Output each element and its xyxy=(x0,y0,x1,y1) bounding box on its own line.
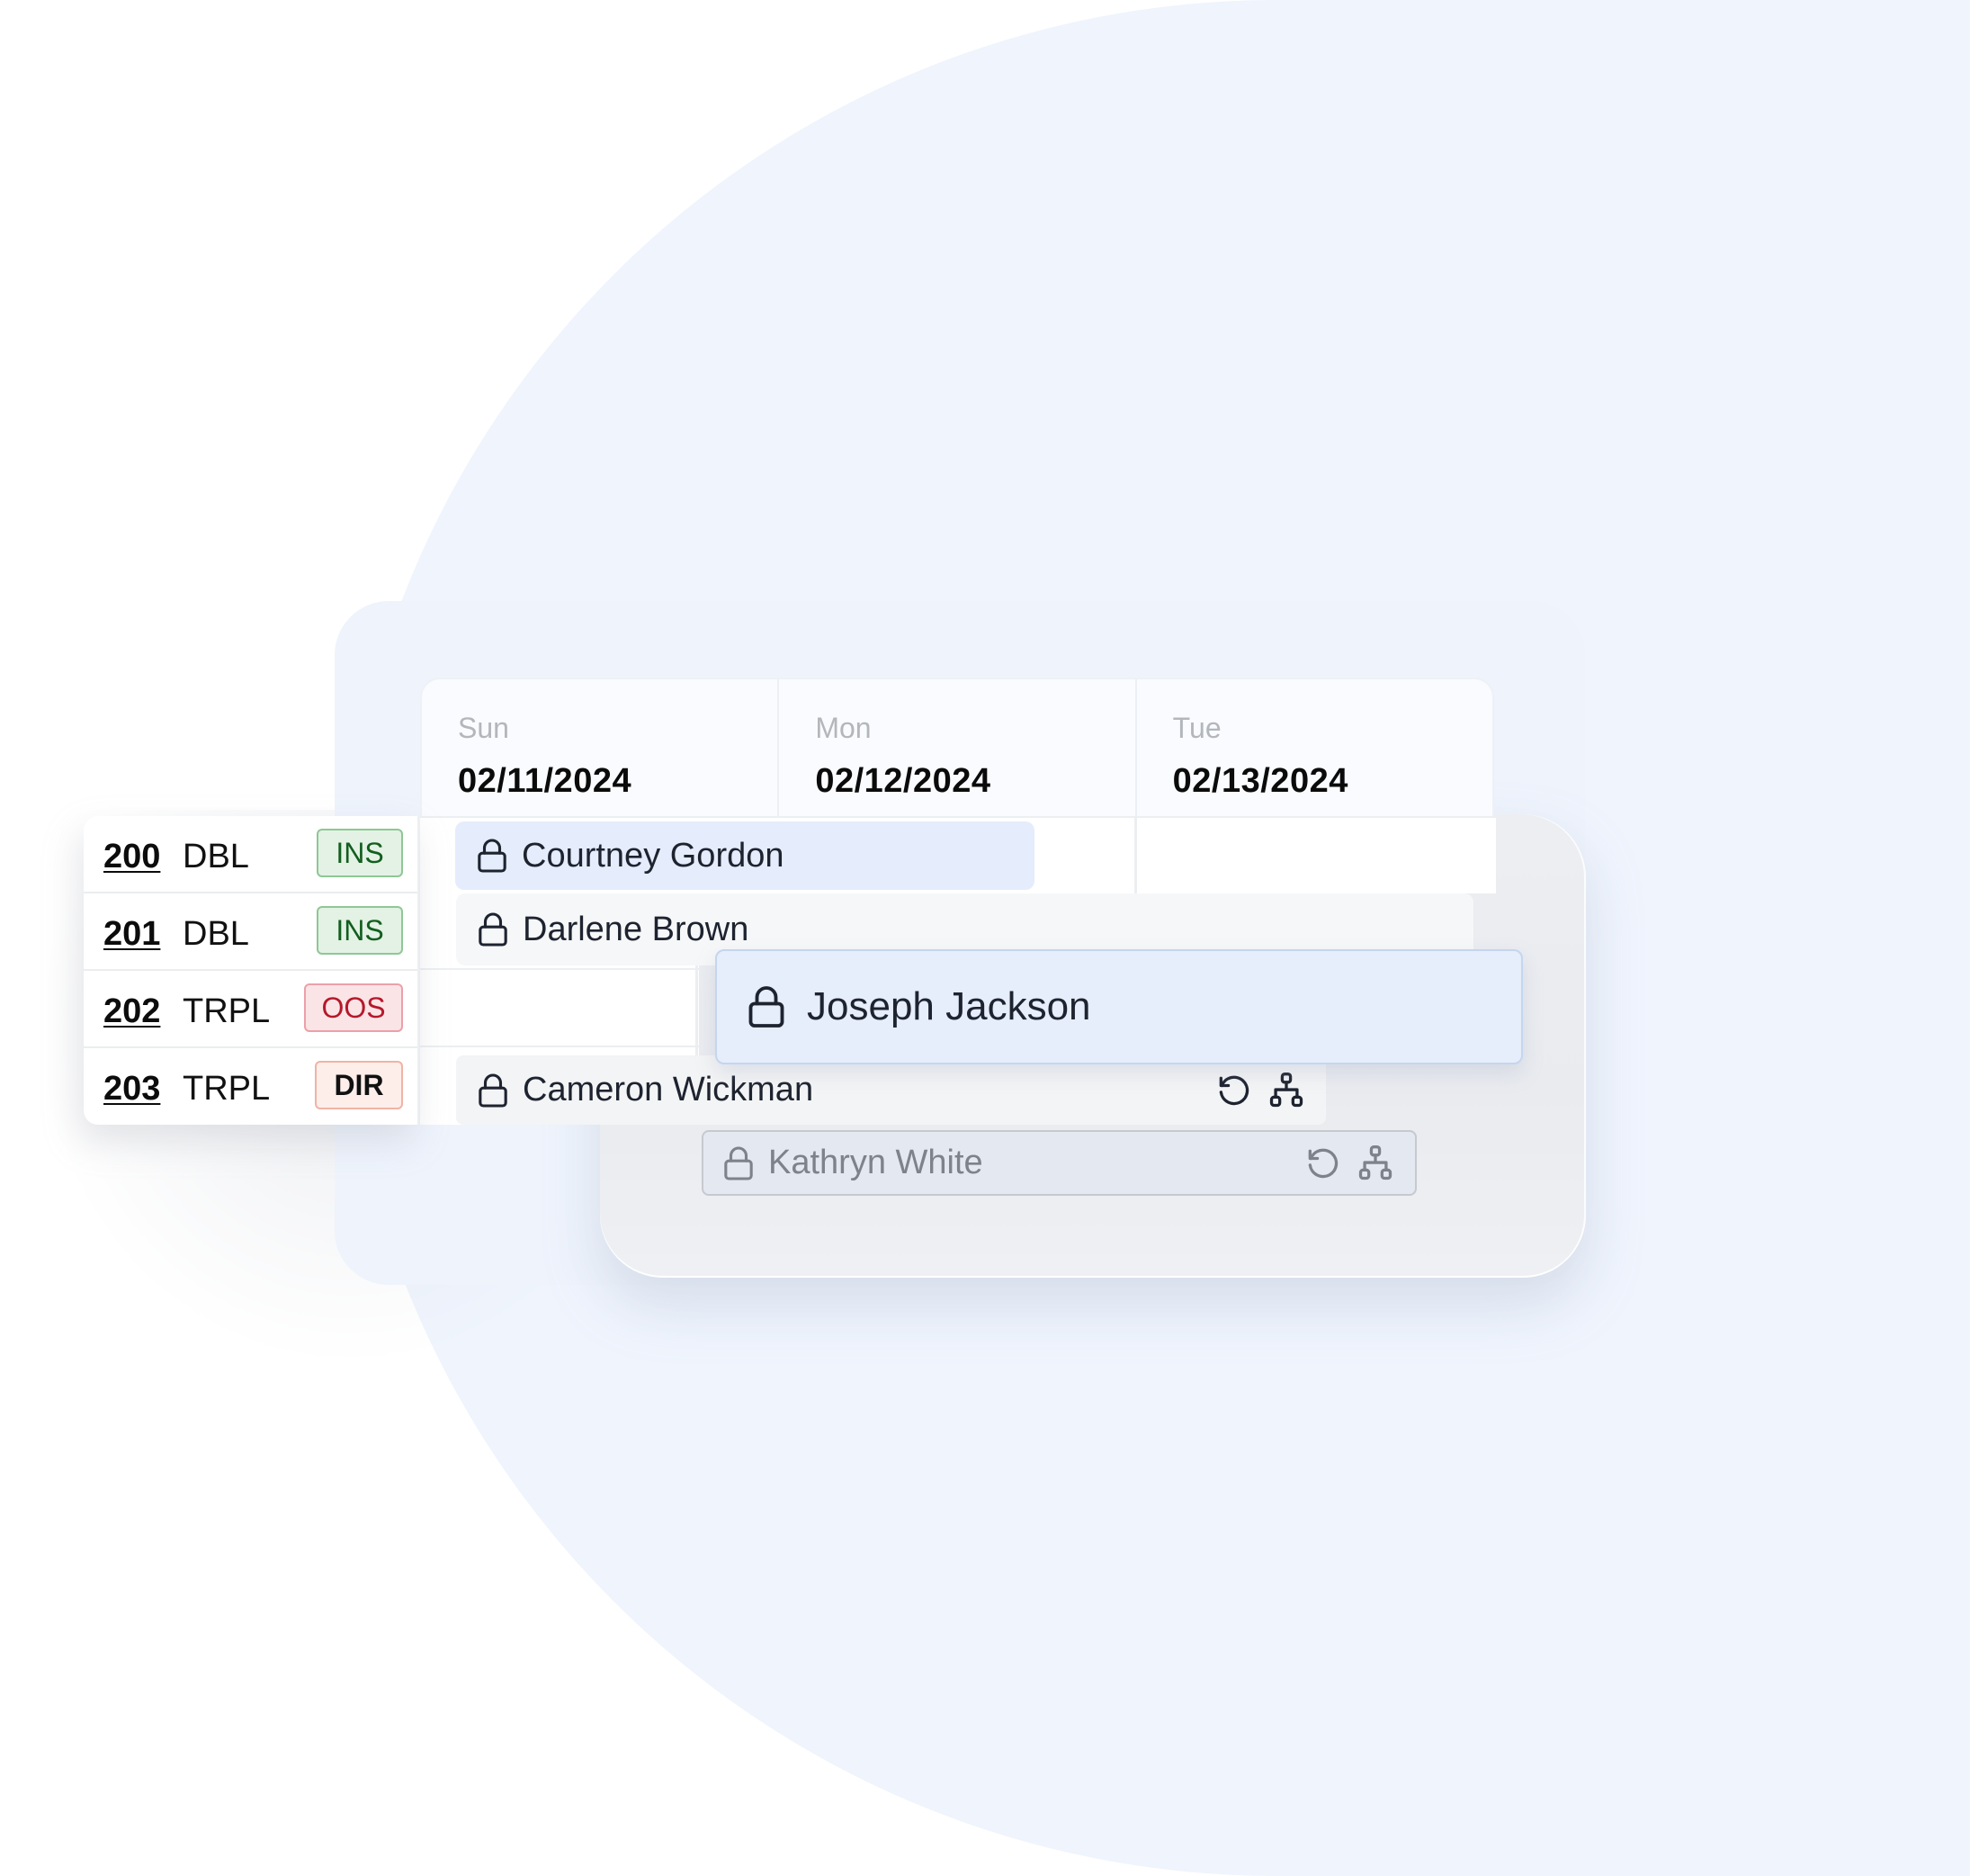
room-row[interactable]: 202 TRPL OOS xyxy=(84,971,417,1048)
date-label: 02/12/2024 xyxy=(815,762,991,800)
date-label: 02/11/2024 xyxy=(458,762,632,800)
room-list: 200 DBL INS 201 DBL INS 202 TRPL OOS 203… xyxy=(84,816,419,1125)
room-row[interactable]: 203 TRPL DIR xyxy=(84,1048,417,1126)
day-label: Mon xyxy=(815,712,872,744)
column-header-sun[interactable]: Sun 02/11/2024 xyxy=(422,679,780,816)
status-badge[interactable]: INS xyxy=(317,906,403,955)
lock-icon xyxy=(478,839,506,873)
reservation-bar[interactable]: Cameron Wickman xyxy=(456,1055,1326,1125)
lock-icon xyxy=(479,1073,507,1108)
day-label: Sun xyxy=(458,712,509,744)
reservation-bar[interactable]: Courtney Gordon xyxy=(455,821,1034,890)
room-row[interactable]: 201 DBL INS xyxy=(84,893,417,971)
refresh-icon[interactable] xyxy=(1303,1144,1343,1183)
room-number-link[interactable]: 200 xyxy=(103,838,160,876)
lock-icon xyxy=(748,986,784,1028)
column-divider xyxy=(1134,818,1137,893)
guest-name: Kathryn White xyxy=(768,1144,983,1181)
room-type: TRPL xyxy=(183,992,271,1030)
hierarchy-icon[interactable] xyxy=(1356,1144,1395,1183)
guest-name: Courtney Gordon xyxy=(522,836,784,875)
date-label: 02/13/2024 xyxy=(1172,762,1348,800)
guest-name: Darlene Brown xyxy=(523,910,749,948)
unassigned-reservation[interactable]: Kathryn White xyxy=(702,1130,1417,1196)
column-header-mon[interactable]: Mon 02/12/2024 xyxy=(779,679,1137,816)
status-badge[interactable]: INS xyxy=(317,829,403,877)
status-badge[interactable]: OOS xyxy=(304,983,403,1032)
reservation-actions xyxy=(1303,1144,1395,1183)
hierarchy-icon[interactable] xyxy=(1267,1071,1306,1110)
column-header-tue[interactable]: Tue 02/13/2024 xyxy=(1137,679,1492,816)
row-divider xyxy=(420,1046,699,1047)
calendar-header: Sun 02/11/2024 Mon 02/12/2024 Tue 02/13/… xyxy=(420,678,1494,816)
room-type: DBL xyxy=(183,915,249,953)
row-divider xyxy=(420,968,699,970)
status-badge[interactable]: DIR xyxy=(315,1061,403,1109)
room-row[interactable]: 200 DBL INS xyxy=(84,816,417,893)
refresh-icon[interactable] xyxy=(1214,1071,1254,1110)
room-number-link[interactable]: 201 xyxy=(103,915,160,954)
dragged-reservation[interactable]: Joseph Jackson xyxy=(715,949,1523,1064)
room-type: DBL xyxy=(183,838,249,875)
day-label: Tue xyxy=(1172,712,1222,744)
reservation-actions xyxy=(1214,1071,1306,1110)
room-number-link[interactable]: 202 xyxy=(103,992,160,1031)
guest-name: Joseph Jackson xyxy=(807,984,1091,1028)
room-number-link[interactable]: 203 xyxy=(103,1070,160,1109)
lock-icon xyxy=(479,912,507,947)
lock-icon xyxy=(724,1146,753,1180)
room-type: TRPL xyxy=(183,1070,271,1108)
guest-name: Cameron Wickman xyxy=(523,1071,814,1109)
